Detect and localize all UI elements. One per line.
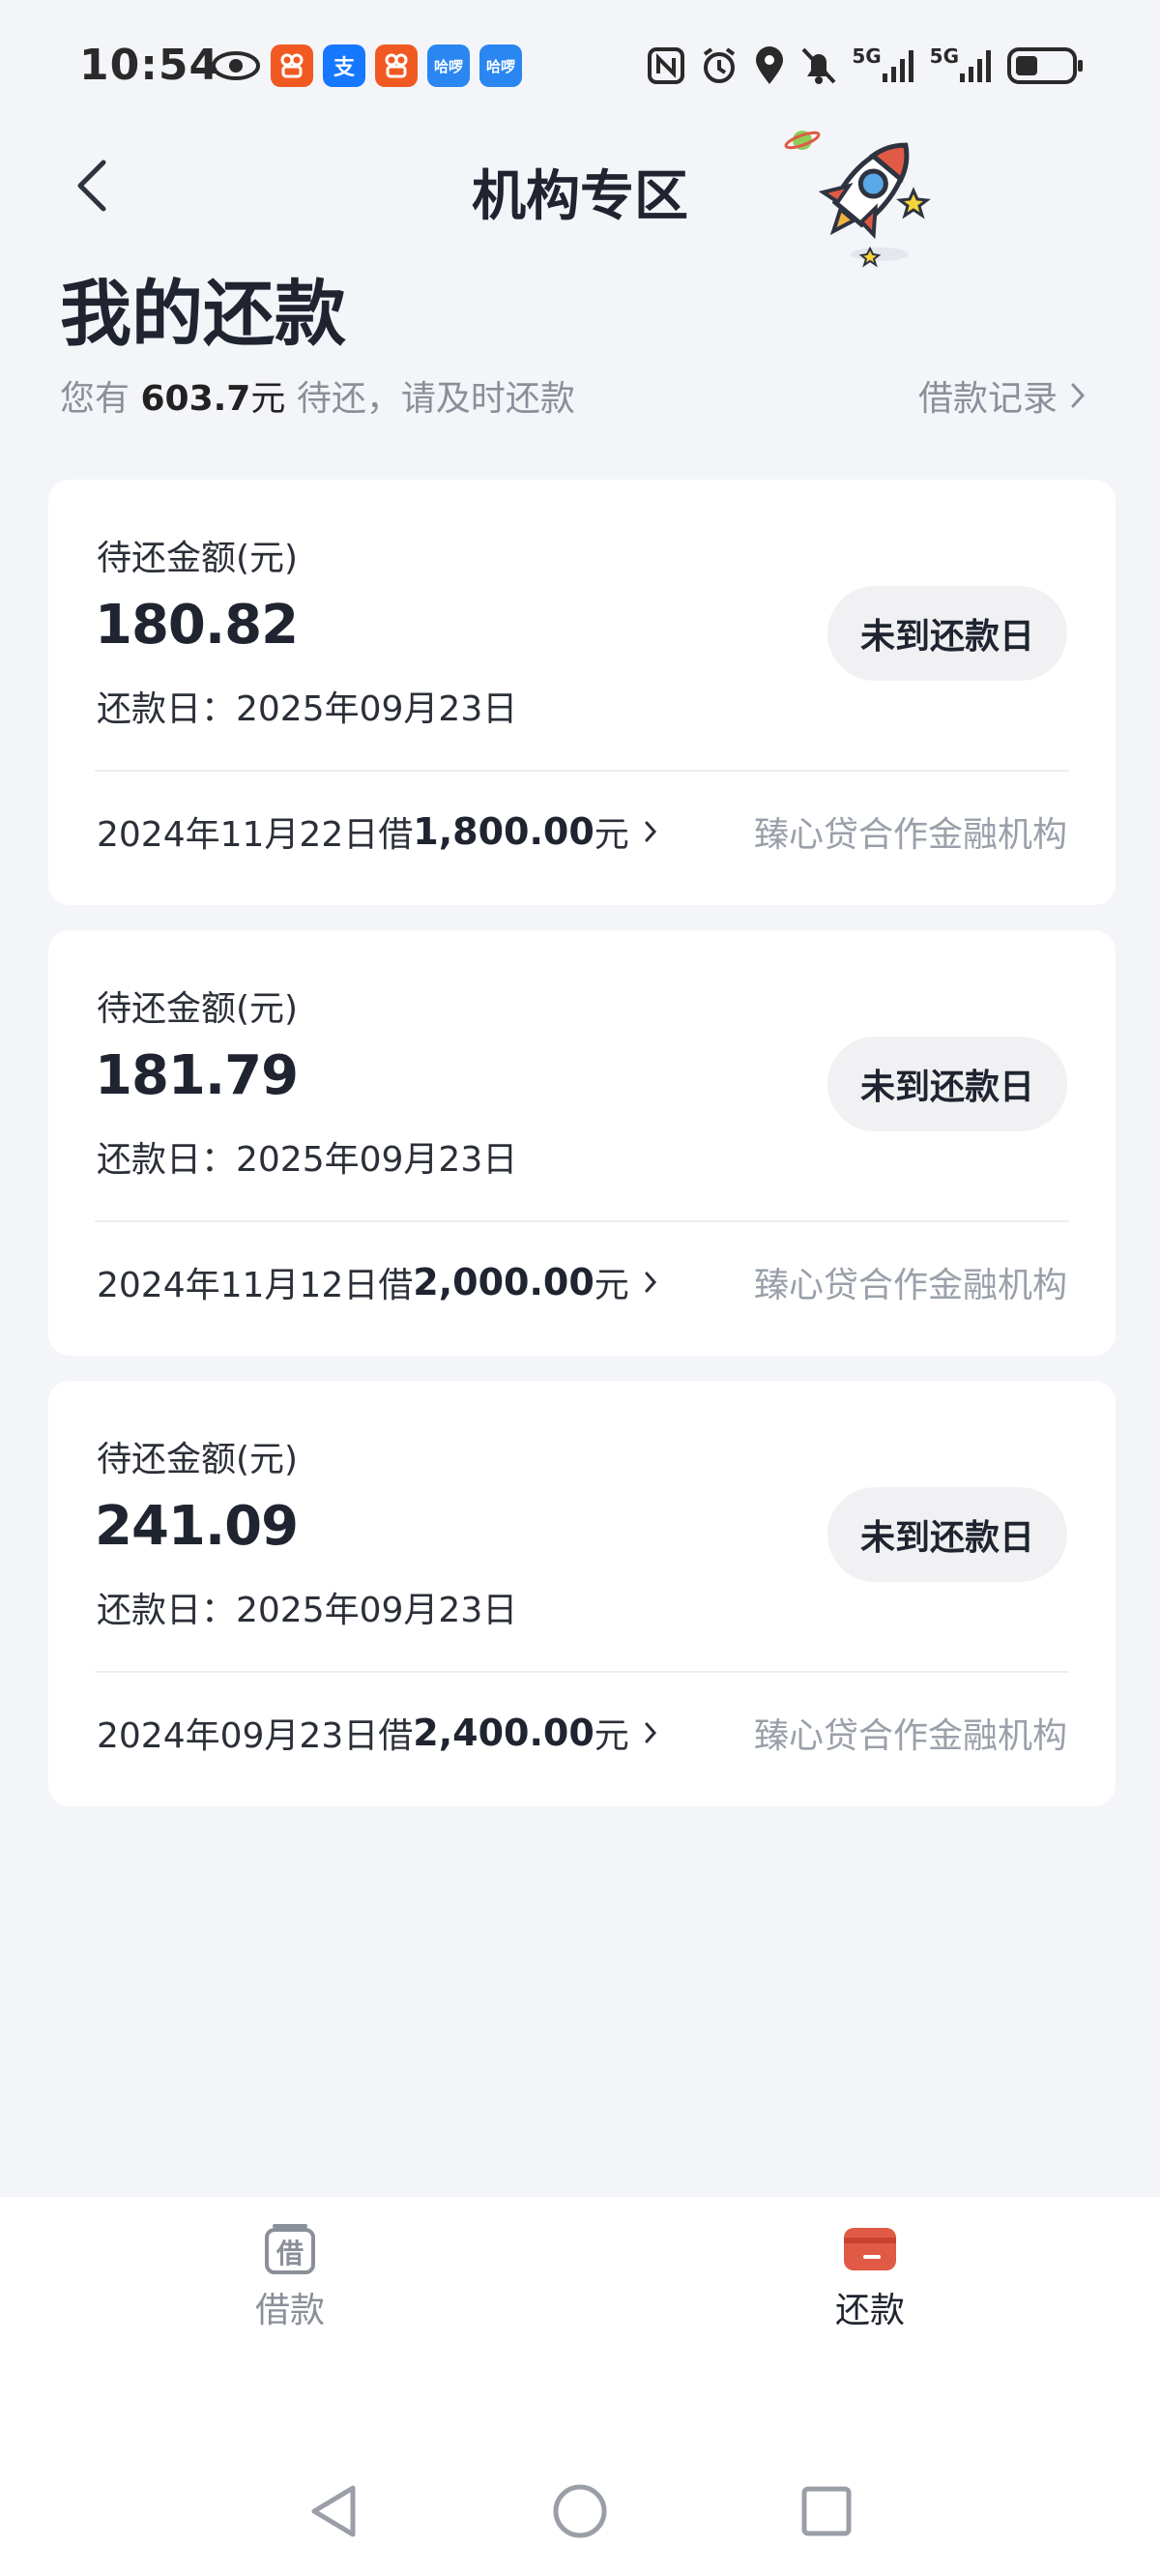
outstanding-summary: 您有 603.7元 待还，请及时还款 (60, 370, 575, 421)
status-badge: 未到还款日 (827, 1487, 1067, 1582)
due-amount: 181.79 (95, 1044, 299, 1107)
system-recents-button[interactable] (793, 2477, 860, 2545)
outstanding-amount: 603.7 (140, 379, 251, 419)
summary-suffix: 待还，请及时还款 (296, 379, 575, 419)
due-amount: 241.09 (95, 1495, 299, 1558)
borrow-icon: 借 (265, 2224, 315, 2274)
repayment-card[interactable]: 待还金额(元) 181.79 还款日：2025年09月23日 未到还款日 202… (48, 930, 1116, 1356)
loan-unit: 元 (594, 1716, 629, 1756)
due-date: 还款日：2025年09月23日 (97, 1591, 518, 1630)
system-back-button[interactable] (300, 2477, 367, 2545)
eye-icon (212, 51, 260, 80)
due-amount: 180.82 (95, 594, 299, 657)
loan-amount: 2,400.00 (413, 1712, 594, 1754)
chevron-right-icon (1071, 383, 1086, 408)
hello-icon: 哈啰 (427, 44, 470, 87)
hello-icon: 哈啰 (479, 44, 522, 87)
amount-label: 待还金额(元) (97, 1440, 299, 1479)
loan-unit: 元 (594, 815, 629, 855)
status-badge: 未到还款日 (827, 1037, 1067, 1131)
amount-label: 待还金额(元) (97, 989, 299, 1029)
outstanding-unit: 元 (250, 379, 286, 419)
svg-text:借: 借 (276, 2238, 304, 2269)
system-icons: 5G 5G (647, 44, 1085, 87)
loan-detail-link[interactable]: 2024年11月22日借 1,800.00 元 (97, 806, 658, 857)
loan-date: 2024年11月12日借 (97, 1266, 414, 1305)
summary-prefix: 您有 (60, 379, 130, 419)
kuaishou-icon (375, 44, 418, 87)
triangle-back-icon (311, 2485, 356, 2537)
loan-amount: 2,000.00 (413, 1261, 594, 1303)
repayment-heading: 我的还款 (60, 273, 346, 356)
repayment-card[interactable]: 待还金额(元) 180.82 还款日：2025年09月23日 未到还款日 202… (48, 480, 1116, 905)
chevron-right-icon (645, 821, 656, 842)
rocket-illustration (784, 131, 931, 268)
due-date: 还款日：2025年09月23日 (97, 1140, 518, 1180)
signal-5g-icon: 5G (852, 44, 915, 87)
status-bar: 10:54 支 哈啰 哈啰 5G 5G (0, 0, 1160, 126)
loan-detail-link[interactable]: 2024年09月23日借 2,400.00 元 (97, 1708, 658, 1758)
loan-unit: 元 (594, 1266, 629, 1305)
status-time: 10:54 (79, 41, 220, 90)
loan-date: 2024年11月22日借 (97, 815, 414, 855)
loan-history-label: 借款记录 (917, 379, 1058, 419)
alarm-icon (704, 47, 736, 83)
institution-name: 臻心贷合作金融机构 (753, 815, 1067, 855)
nav-label-repay: 还款 (834, 2291, 905, 2330)
divider (95, 1671, 1069, 1673)
alipay-icon: 支 (323, 44, 365, 87)
loan-detail-link[interactable]: 2024年11月12日借 2,000.00 元 (97, 1257, 658, 1307)
square-recents-icon (801, 2486, 852, 2536)
repay-wallet-icon (844, 2228, 896, 2270)
location-icon (756, 46, 784, 84)
institution-name: 臻心贷合作金融机构 (753, 1716, 1067, 1756)
loan-date: 2024年09月23日借 (97, 1716, 414, 1756)
chevron-right-icon (645, 1722, 656, 1743)
loan-history-link[interactable]: 借款记录 (918, 370, 1087, 421)
divider (95, 1220, 1069, 1222)
loan-amount: 1,800.00 (413, 810, 594, 853)
notification-icons: 支 哈啰 哈啰 (211, 44, 522, 87)
mute-icon (801, 47, 836, 84)
institution-name: 臻心贷合作金融机构 (753, 1266, 1067, 1305)
system-home-button[interactable] (546, 2477, 614, 2545)
kuaishou-icon (271, 44, 313, 87)
chevron-right-icon (645, 1272, 656, 1293)
nav-tab-borrow[interactable]: 借 借款 (193, 2222, 387, 2332)
signal-5g-icon: 5G (930, 44, 994, 87)
status-badge: 未到还款日 (827, 586, 1067, 681)
page-title: 机构专区 (472, 165, 688, 228)
nav-tab-repay[interactable]: 还款 (773, 2222, 967, 2332)
battery-icon (1007, 47, 1083, 84)
nav-label-borrow: 借款 (254, 2291, 325, 2330)
amount-label: 待还金额(元) (97, 539, 299, 578)
divider (95, 770, 1069, 772)
repayment-card[interactable]: 待还金额(元) 241.09 还款日：2025年09月23日 未到还款日 202… (48, 1381, 1116, 1806)
due-date: 还款日：2025年09月23日 (97, 689, 518, 729)
nfc-icon (648, 47, 685, 84)
circle-home-icon (553, 2484, 607, 2538)
